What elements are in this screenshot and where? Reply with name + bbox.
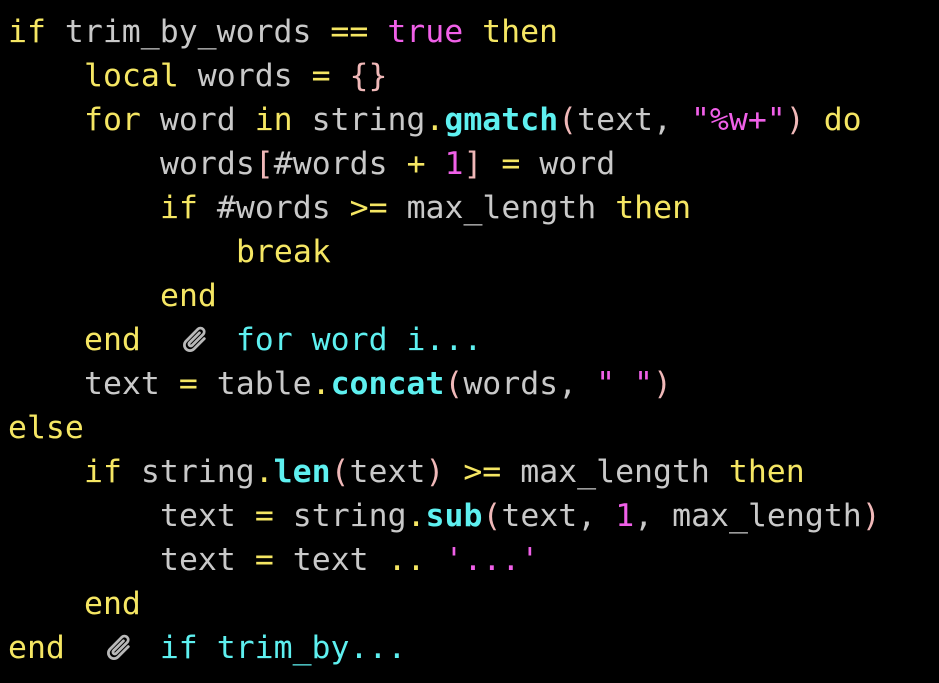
code-token: + [406, 146, 426, 182]
code-token: = [178, 366, 198, 402]
code-token: in [254, 102, 293, 138]
code-token: word [159, 102, 236, 138]
code-token: ) [785, 102, 805, 138]
code-token: words [197, 58, 293, 94]
code-token: max_length [520, 454, 710, 490]
code-token: end [84, 586, 141, 622]
code-token: word [539, 146, 616, 182]
code-token: [ [254, 146, 274, 182]
code-line: else [0, 406, 939, 450]
code-line: break [0, 230, 939, 274]
code-token: then [728, 454, 805, 490]
code-line: end for word i... [0, 318, 939, 362]
code-token: if [84, 454, 122, 490]
code-token: , [653, 102, 672, 138]
code-token: >= [463, 454, 502, 490]
code-token: , [634, 498, 654, 534]
code-line: end [0, 582, 939, 626]
code-token: text [160, 498, 236, 534]
code-token: words [160, 146, 255, 182]
code-line: text = string.sub(text, 1, max_length) [0, 494, 939, 538]
code-token: " " [596, 366, 653, 402]
code-line: if string.len(text) >= max_length then [0, 450, 939, 494]
code-token: text [349, 454, 426, 490]
code-token: #words [216, 190, 331, 226]
code-token: . [425, 102, 445, 138]
code-token: ] [463, 146, 483, 182]
code-token: '...' [444, 542, 540, 578]
code-token: text [84, 366, 160, 402]
code-token: string [140, 454, 255, 490]
code-token: end [8, 630, 65, 666]
code-token: then [615, 190, 692, 226]
code-token: max_length [406, 190, 597, 226]
code-token: >= [349, 190, 388, 226]
code-token: sub [425, 498, 483, 534]
code-line: words[#words + 1] = word [0, 142, 939, 186]
code-token: .. [387, 542, 426, 578]
code-token: len [273, 454, 331, 490]
code-token: == [330, 14, 369, 50]
code-token: concat [330, 366, 445, 402]
code-token: ) [861, 498, 881, 534]
code-line: end [0, 274, 939, 318]
code-token: ) [653, 366, 672, 402]
code-token: words [463, 366, 559, 402]
code-line: text = text .. '...' [0, 538, 939, 582]
code-line: if #words >= max_length then [0, 186, 939, 230]
code-token: , [558, 366, 578, 402]
code-token: ( [558, 102, 578, 138]
code-token: ) [425, 454, 445, 490]
code-token: else [8, 410, 84, 446]
code-token: string [292, 498, 407, 534]
paperclip-icon[interactable] [179, 322, 217, 362]
code-line: for word in string.gmatch(text, "%w+") d… [0, 98, 939, 142]
code-token: ( [330, 454, 350, 490]
code-token: text [501, 498, 578, 534]
code-token: trim_by_words [64, 14, 312, 50]
code-token: gmatch [444, 102, 559, 138]
code-token: if [160, 190, 198, 226]
code-token: {} [349, 58, 388, 94]
code-token: if [8, 14, 46, 50]
code-token: ( [482, 498, 502, 534]
code-token: = [311, 58, 331, 94]
code-token: "%w+" [690, 102, 786, 138]
code-token: . [406, 498, 426, 534]
code-token: text [160, 542, 236, 578]
code-token: ( [444, 366, 464, 402]
code-token: = [501, 146, 521, 182]
code-token: for [84, 102, 141, 138]
code-token: = [254, 542, 274, 578]
code-token: 1 [444, 146, 464, 182]
code-line: local words = {} [0, 54, 939, 98]
code-token: then [482, 14, 559, 50]
code-token: local [84, 58, 179, 94]
code-token: break [236, 234, 331, 270]
code-token: #words [273, 146, 388, 182]
code-token: string [311, 102, 426, 138]
code-line: text = table.concat(words, " ") [0, 362, 939, 406]
code-token: , [577, 498, 597, 534]
fold-summary[interactable]: for word i... [236, 322, 483, 358]
code-editor[interactable]: if trim_by_words == true then local words… [0, 0, 939, 683]
paperclip-icon[interactable] [103, 630, 141, 670]
code-token: text [292, 542, 369, 578]
code-token: 1 [615, 498, 635, 534]
code-token: = [254, 498, 274, 534]
code-token: text [577, 102, 653, 138]
code-token: max_length [672, 498, 862, 534]
code-token: true [387, 14, 464, 50]
code-token: table [216, 366, 312, 402]
code-line: end if trim_by... [0, 626, 939, 670]
code-token: do [823, 102, 862, 138]
code-line: if trim_by_words == true then [0, 10, 939, 54]
code-token: end [160, 278, 217, 314]
code-token: . [311, 366, 331, 402]
code-token: . [254, 454, 274, 490]
fold-summary[interactable]: if trim_by... [160, 630, 407, 666]
code-token: end [84, 322, 141, 358]
